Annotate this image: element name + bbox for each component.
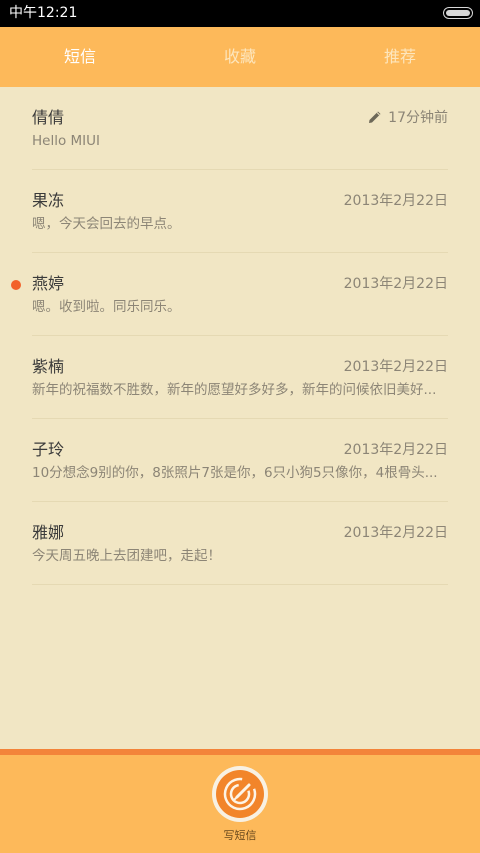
status-bar: 中午12:21: [0, 0, 480, 27]
message-preview: 今天周五晚上去团建吧，走起！: [32, 548, 221, 564]
contact-name: 倩倩: [32, 108, 65, 127]
conversation-item[interactable]: 子玲 2013年2月22日 10分想念9别的你，8张照片7张是你，6只小狗5只像…: [32, 419, 448, 502]
compose-button[interactable]: [212, 766, 268, 822]
contact-name: 紫楠: [32, 357, 65, 376]
contact-name: 雅娜: [32, 523, 65, 542]
conversation-item[interactable]: 倩倩 17分钟前 Hello MIUI: [32, 87, 448, 170]
message-date: 2013年2月22日: [343, 525, 448, 541]
contact-name: 果冻: [32, 191, 65, 210]
compose-label: 写短信: [223, 829, 257, 842]
tab-bar: 短信 收藏 推荐: [0, 27, 480, 87]
message-preview: Hello MIUI: [32, 133, 101, 149]
message-preview: 嗯，今天会回去的早点。: [32, 216, 181, 232]
conversation-item[interactable]: 果冻 2013年2月22日 嗯，今天会回去的早点。: [32, 170, 448, 253]
contact-name: 子玲: [32, 440, 65, 459]
message-preview: 新年的祝福数不胜数，新年的愿望好多好多，新年的问候依旧美好...: [32, 382, 437, 398]
tab-messages[interactable]: 短信: [0, 27, 160, 87]
battery-icon: [443, 7, 473, 19]
conversation-item[interactable]: 燕婷 2013年2月22日 嗯。收到啦。同乐同乐。: [11, 253, 448, 336]
bottom-bar: 写短信: [0, 749, 480, 853]
compose-icon: [223, 777, 257, 811]
message-date: 2013年2月22日: [343, 193, 448, 209]
message-date: 17分钟前: [368, 108, 448, 128]
conversation-item[interactable]: 雅娜 2013年2月22日 今天周五晚上去团建吧，走起！: [32, 502, 448, 585]
message-preview: 嗯。收到啦。同乐同乐。: [32, 299, 181, 315]
message-date: 2013年2月22日: [343, 359, 448, 375]
conversation-item[interactable]: 紫楠 2013年2月22日 新年的祝福数不胜数，新年的愿望好多好多，新年的问候依…: [32, 336, 448, 419]
unread-indicator: [11, 280, 21, 290]
conversation-list: 倩倩 17分钟前 Hello MIUI 果冻 2013年2月22日 嗯，今天会回…: [0, 87, 480, 585]
status-time: 中午12:21: [9, 5, 78, 21]
pencil-icon: [369, 111, 381, 123]
message-date: 2013年2月22日: [343, 442, 448, 458]
contact-name: 燕婷: [32, 274, 65, 293]
message-preview: 10分想念9别的你，8张照片7张是你，6只小狗5只像你，4根骨头...: [32, 465, 438, 481]
tab-favorites[interactable]: 收藏: [160, 27, 320, 87]
tab-recommended[interactable]: 推荐: [320, 27, 480, 87]
message-date: 2013年2月22日: [343, 276, 448, 292]
